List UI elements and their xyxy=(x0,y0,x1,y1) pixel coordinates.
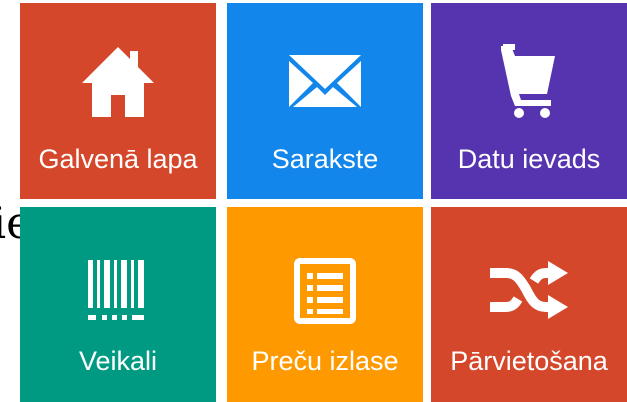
list-icon xyxy=(227,251,423,331)
tile-relocation[interactable]: Pārvietošana xyxy=(431,207,627,402)
envelope-icon xyxy=(227,41,423,121)
tile-product-selection[interactable]: Preču izlase xyxy=(227,207,423,402)
tile-label-mail: Sarakste xyxy=(271,144,379,174)
tile-menu-page: ie Galvenā lapa Sarakste xyxy=(0,0,627,402)
tile-shops[interactable]: Veikali xyxy=(20,207,216,402)
tile-label-home: Galvenā lapa xyxy=(38,144,198,174)
tile-data-entry[interactable]: Datu ievads xyxy=(431,3,627,199)
home-icon xyxy=(20,41,216,121)
shopping-cart-icon xyxy=(431,41,627,121)
tile-label-data-entry: Datu ievads xyxy=(457,144,601,174)
tile-home[interactable]: Galvenā lapa xyxy=(20,3,216,199)
tile-label-shops: Veikali xyxy=(78,346,158,376)
tile-label-relocation: Pārvietošana xyxy=(450,346,608,376)
shuffle-icon xyxy=(431,251,627,331)
barcode-icon xyxy=(20,251,216,331)
tile-mail[interactable]: Sarakste xyxy=(227,3,423,199)
tile-label-product-selection: Preču izlase xyxy=(251,346,399,376)
